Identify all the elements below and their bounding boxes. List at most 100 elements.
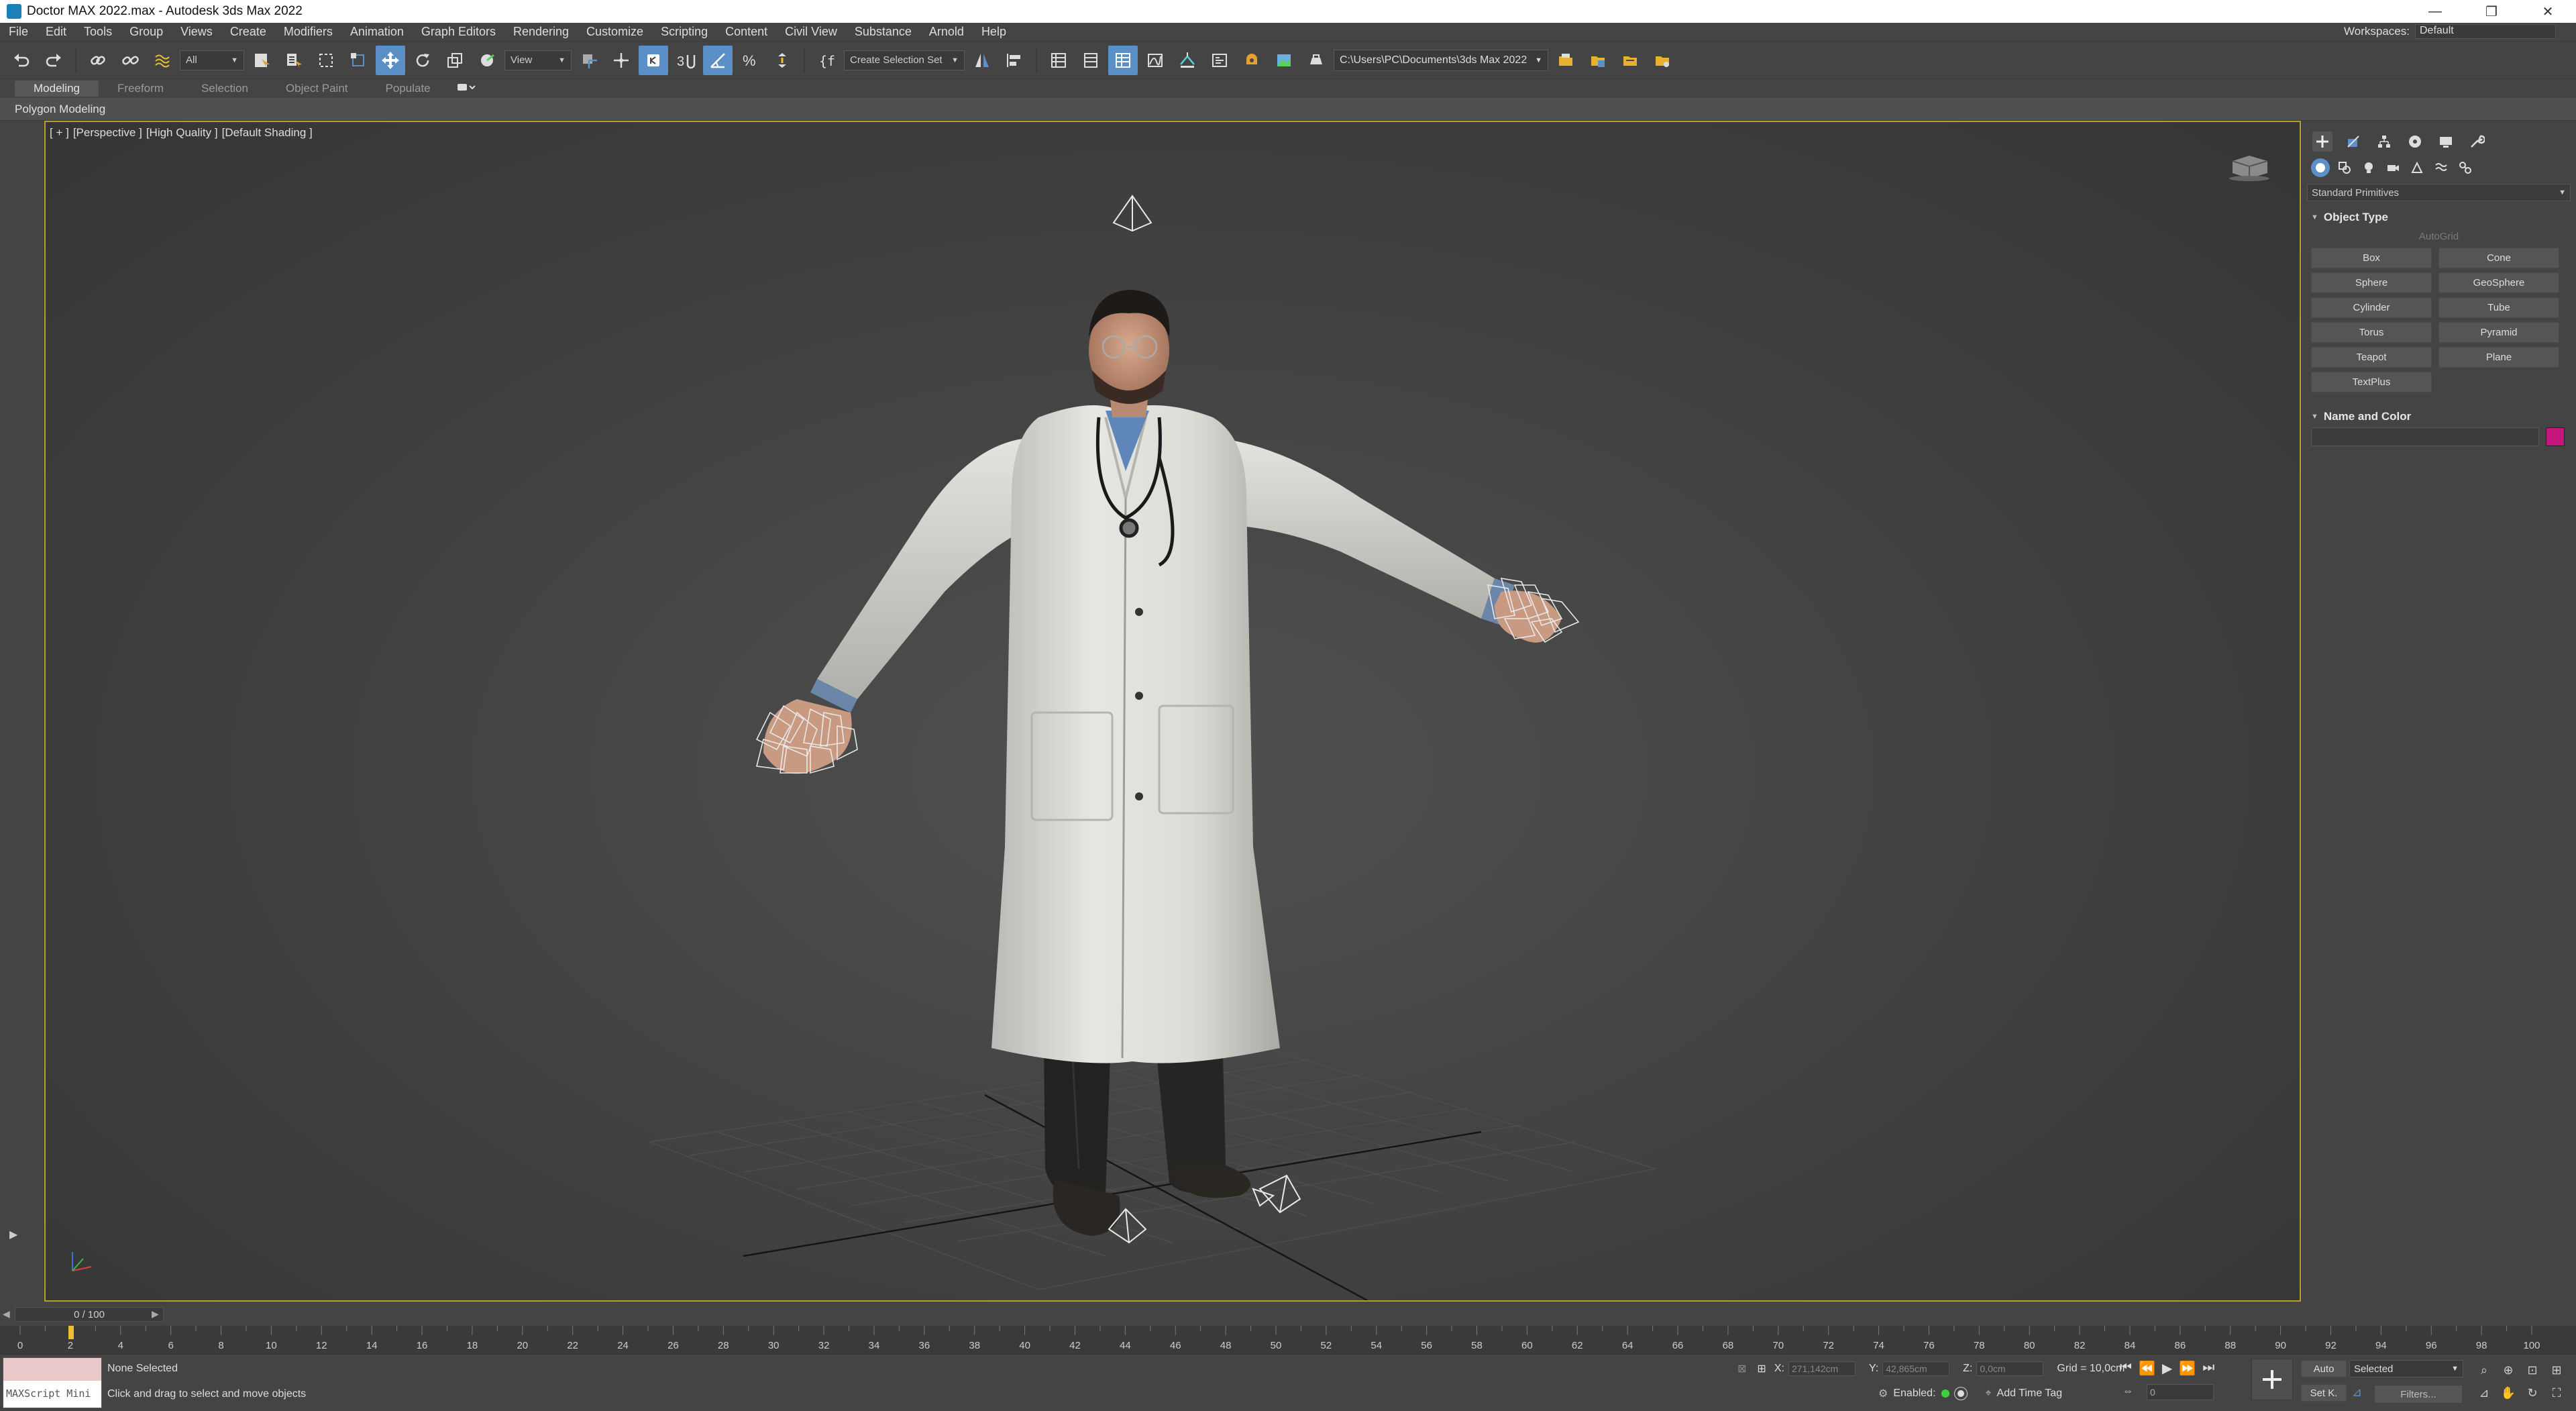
add-time-tag[interactable]: Add Time Tag bbox=[1997, 1388, 2063, 1400]
cameras-icon[interactable] bbox=[2383, 158, 2402, 177]
systems-icon[interactable] bbox=[2456, 158, 2475, 177]
unlink-icon[interactable] bbox=[115, 46, 145, 75]
zoom-extents-icon[interactable]: ⊡ bbox=[2524, 1361, 2541, 1379]
shapes-icon[interactable] bbox=[2335, 158, 2354, 177]
ribbon-options-icon[interactable] bbox=[456, 82, 476, 96]
menu-civil-view[interactable]: Civil View bbox=[776, 25, 846, 39]
isolate-toggle[interactable] bbox=[1953, 1387, 1968, 1400]
menu-arnold[interactable]: Arnold bbox=[920, 25, 973, 39]
menu-modifiers[interactable]: Modifiers bbox=[275, 25, 341, 39]
move-icon[interactable] bbox=[376, 45, 405, 75]
rectangular-selection-icon[interactable] bbox=[311, 46, 341, 75]
bind-space-warp-icon[interactable] bbox=[148, 46, 177, 75]
viewcube-icon[interactable] bbox=[2226, 149, 2273, 182]
rendered-frame-window-icon[interactable] bbox=[1269, 46, 1299, 75]
restore-button[interactable]: ❐ bbox=[2463, 0, 2520, 23]
menu-tools[interactable]: Tools bbox=[75, 25, 121, 39]
tab-populate[interactable]: Populate bbox=[367, 81, 449, 97]
key-mode-icon[interactable]: ⇔ bbox=[2123, 1386, 2133, 1398]
enabled-indicator[interactable] bbox=[1941, 1390, 1949, 1398]
scene-explorer-icon[interactable] bbox=[1108, 45, 1138, 75]
plane-button[interactable]: Plane bbox=[2438, 347, 2559, 368]
geometry-icon[interactable] bbox=[2311, 158, 2330, 177]
name-and-color-header[interactable]: ▼ Name and Color bbox=[2307, 407, 2571, 427]
polygon-modeling-label[interactable]: Polygon Modeling bbox=[15, 103, 105, 116]
render-setup-icon[interactable] bbox=[1237, 46, 1267, 75]
menu-substance[interactable]: Substance bbox=[846, 25, 920, 39]
select-by-name-icon[interactable] bbox=[279, 46, 309, 75]
lights-icon[interactable] bbox=[2359, 158, 2378, 177]
maxscript-listener[interactable]: MAXScript Mini bbox=[3, 1357, 102, 1408]
menu-create[interactable]: Create bbox=[221, 25, 275, 39]
geosphere-button[interactable]: GeoSphere bbox=[2438, 272, 2559, 293]
tube-button[interactable]: Tube bbox=[2438, 297, 2559, 318]
project-path-dropdown[interactable]: C:\Users\PC\Documents\3ds Max 2022 ▼ bbox=[1334, 49, 1548, 71]
menu-views[interactable]: Views bbox=[172, 25, 221, 39]
redo-icon[interactable] bbox=[39, 46, 68, 75]
expand-layout-icon[interactable]: ▶ bbox=[9, 1228, 17, 1241]
tab-modeling[interactable]: Modeling bbox=[15, 81, 99, 97]
previous-frame-arrow[interactable]: ◀ bbox=[3, 1308, 10, 1320]
utilities-tab-icon[interactable] bbox=[2467, 132, 2487, 152]
absolute-mode-icon[interactable]: ⊞ bbox=[1757, 1362, 1766, 1375]
sphere-button[interactable]: Sphere bbox=[2311, 272, 2432, 293]
viewport-shading-menu[interactable]: [Default Shading ] bbox=[222, 126, 313, 139]
schematic-view-icon[interactable] bbox=[1173, 46, 1202, 75]
set-key-button[interactable]: Set K. bbox=[2301, 1384, 2347, 1402]
go-to-start-icon[interactable]: ⏮ bbox=[2120, 1360, 2132, 1377]
next-frame-arrow[interactable]: ▶ bbox=[152, 1308, 159, 1320]
edit-named-selection-icon[interactable]: {f bbox=[812, 46, 841, 75]
tab-freeform[interactable]: Freeform bbox=[99, 81, 182, 97]
orbit-icon[interactable]: ↻ bbox=[2524, 1384, 2541, 1402]
spinner-snap-icon[interactable] bbox=[767, 46, 797, 75]
project-settings-icon[interactable] bbox=[1648, 46, 1677, 75]
object-type-header[interactable]: ▼ Object Type bbox=[2307, 208, 2571, 228]
select-and-manipulate-icon[interactable] bbox=[606, 46, 636, 75]
toggle-ribbon-icon[interactable] bbox=[1076, 46, 1106, 75]
adaptive-degradation-icon[interactable]: ⚙ bbox=[1878, 1387, 1888, 1400]
rotate-icon[interactable] bbox=[408, 46, 437, 75]
maxscript-output[interactable] bbox=[3, 1358, 101, 1381]
viewport-general-menu[interactable]: [ + ] bbox=[50, 126, 69, 139]
current-frame-field[interactable]: 0 bbox=[2147, 1384, 2214, 1400]
pan-icon[interactable]: ✋ bbox=[2500, 1384, 2517, 1402]
lock-selection-icon[interactable]: ⊠ bbox=[1737, 1362, 1746, 1375]
tab-selection[interactable]: Selection bbox=[182, 81, 267, 97]
minimize-button[interactable]: — bbox=[2407, 0, 2463, 23]
torus-button[interactable]: Torus bbox=[2311, 322, 2432, 343]
material-editor-icon[interactable] bbox=[1205, 46, 1234, 75]
snaps-toggle-icon[interactable]: 3 bbox=[671, 46, 700, 75]
viewport-point-of-view-menu[interactable]: [Perspective ] bbox=[73, 126, 142, 139]
viewport-label[interactable]: [ + ] [Perspective ] [High Quality ] [Defau… bbox=[50, 126, 317, 140]
save-file-icon[interactable] bbox=[1583, 46, 1613, 75]
go-to-end-icon[interactable]: ⏭ bbox=[2202, 1360, 2214, 1377]
menu-customize[interactable]: Customize bbox=[578, 25, 652, 39]
zoom-all-icon[interactable]: ⊕ bbox=[2500, 1361, 2517, 1379]
set-key-icon[interactable] bbox=[2251, 1359, 2293, 1400]
field-of-view-icon[interactable]: ⊿ bbox=[2475, 1384, 2493, 1402]
menu-animation[interactable]: Animation bbox=[341, 25, 413, 39]
menu-graph-editors[interactable]: Graph Editors bbox=[413, 25, 504, 39]
mirror-icon[interactable] bbox=[967, 46, 997, 75]
curve-editor-icon[interactable] bbox=[1140, 46, 1170, 75]
render-production-icon[interactable] bbox=[1301, 46, 1331, 75]
play-icon[interactable]: ▶ bbox=[2162, 1360, 2172, 1377]
motion-tab-icon[interactable] bbox=[2405, 132, 2425, 152]
y-coordinate-field[interactable]: 42,865cm bbox=[1882, 1361, 1950, 1376]
cylinder-button[interactable]: Cylinder bbox=[2311, 297, 2432, 318]
viewport-quality-menu[interactable]: [High Quality ] bbox=[146, 126, 218, 139]
pyramid-button[interactable]: Pyramid bbox=[2438, 322, 2559, 343]
select-object-icon[interactable] bbox=[247, 46, 276, 75]
cone-button[interactable]: Cone bbox=[2438, 248, 2559, 268]
menu-rendering[interactable]: Rendering bbox=[504, 25, 578, 39]
key-filter-dropdown[interactable]: Selected ▼ bbox=[2349, 1360, 2463, 1377]
align-icon[interactable] bbox=[1000, 46, 1029, 75]
zoom-icon[interactable]: ⌕ bbox=[2475, 1361, 2493, 1379]
time-tag-icon[interactable]: ⌖ bbox=[1986, 1388, 1992, 1400]
box-button[interactable]: Box bbox=[2311, 248, 2432, 268]
autogrid-checkbox[interactable]: AutoGrid bbox=[2307, 228, 2571, 248]
menu-scripting[interactable]: Scripting bbox=[652, 25, 716, 39]
key-filters-icon[interactable]: ⊿ bbox=[2352, 1386, 2362, 1400]
create-tab-icon[interactable] bbox=[2312, 132, 2332, 152]
menu-file[interactable]: File bbox=[0, 25, 37, 39]
